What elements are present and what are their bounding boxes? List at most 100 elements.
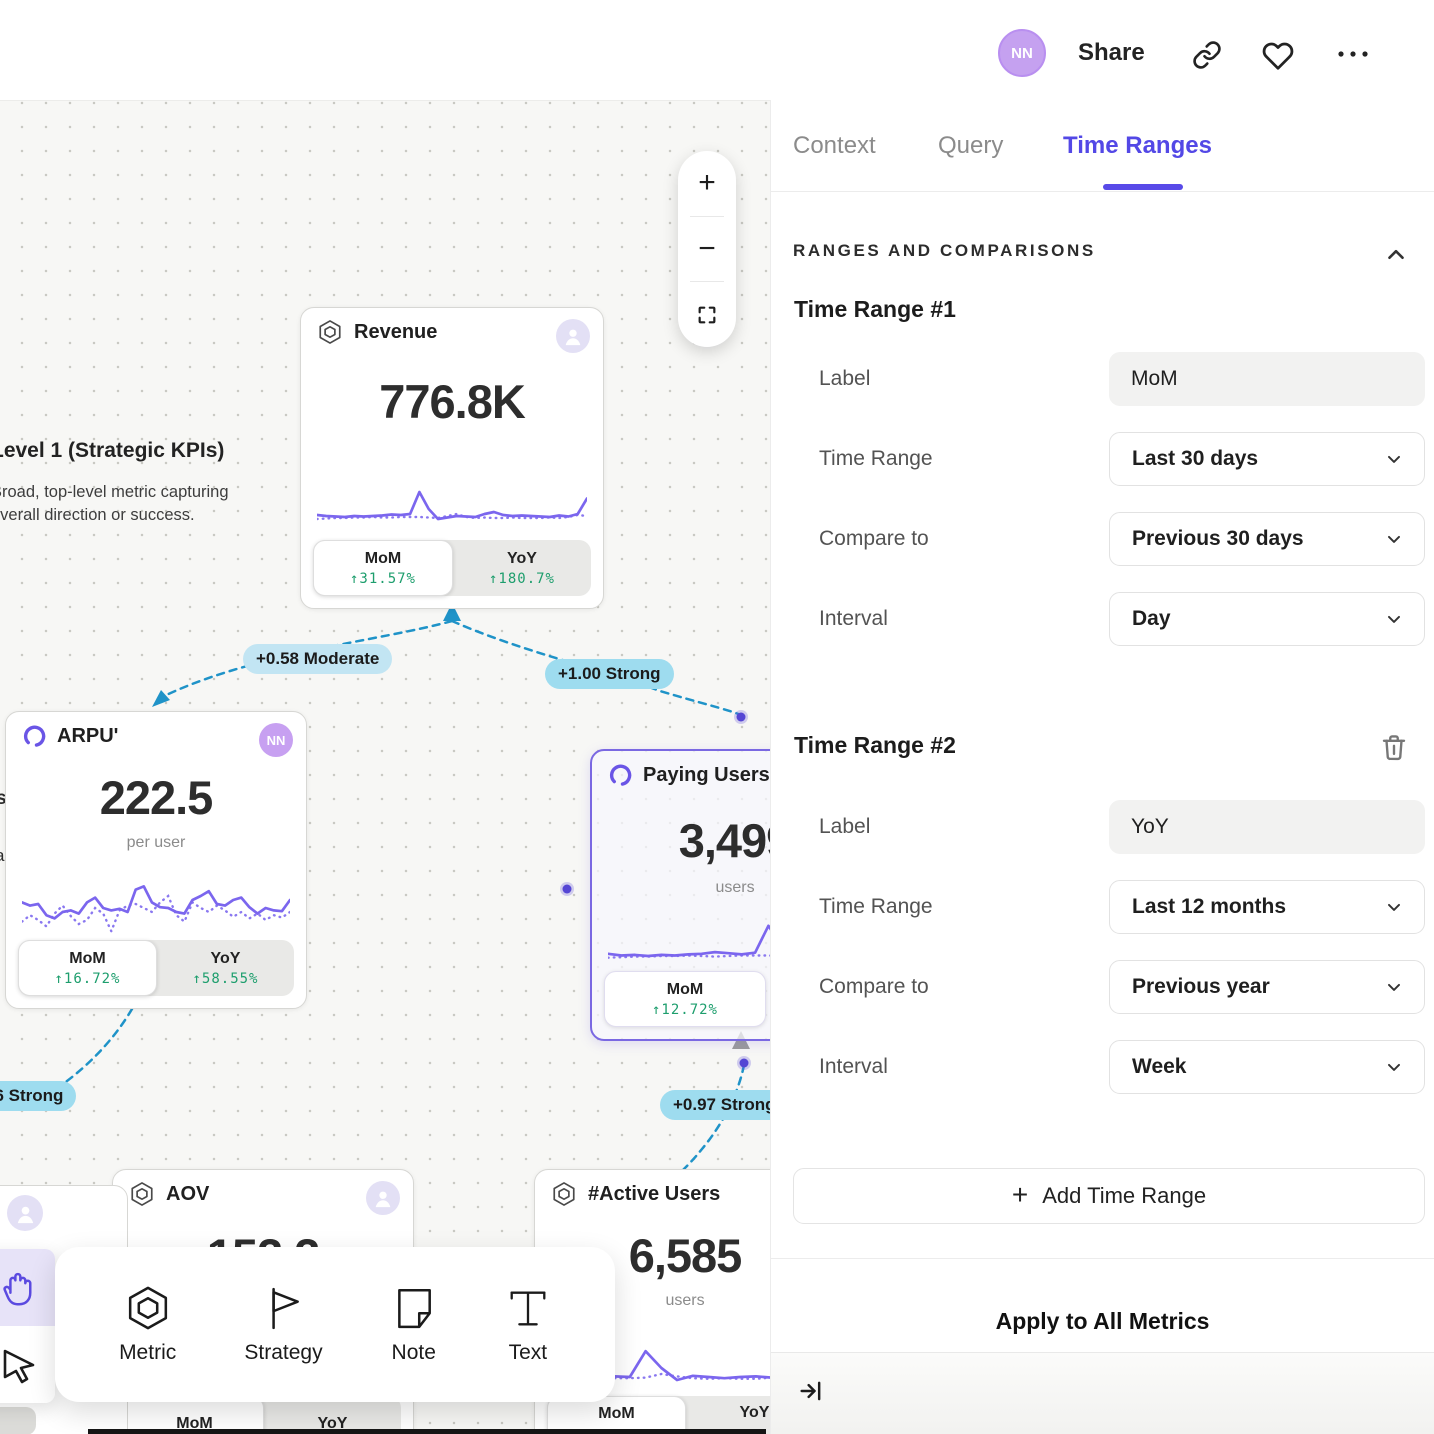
hand-icon <box>0 1267 40 1309</box>
card-title: #Active Users <box>588 1183 720 1206</box>
correlation-badge[interactable]: +1.00 Strong <box>545 659 674 689</box>
delete-time-range-button[interactable] <box>1379 732 1409 762</box>
correlation-badge[interactable]: +0.58 Moderate <box>243 644 392 674</box>
select-tool-button[interactable] <box>0 1326 55 1403</box>
field-label-2: Label YoY <box>793 800 1425 854</box>
time-range-toggle: MoM ↑31.57% YoY ↑180.7% <box>313 540 591 596</box>
zoom-out-button[interactable]: − <box>678 217 736 282</box>
label-input[interactable]: YoY <box>1109 800 1425 854</box>
tool-note[interactable]: Note <box>391 1285 437 1365</box>
metric-value: 222.5 <box>6 770 306 825</box>
compare-to-select[interactable]: Previous year <box>1109 960 1425 1014</box>
fit-view-button[interactable] <box>678 282 736 347</box>
panel-footer <box>771 1352 1434 1434</box>
hexagon-metric-icon <box>317 319 343 345</box>
copy-link-button[interactable] <box>1192 40 1222 70</box>
owner-avatar-icon <box>7 1195 43 1231</box>
interval-select[interactable]: Day <box>1109 592 1425 646</box>
field-interval-2: Interval Week <box>793 1040 1425 1094</box>
tool-strategy[interactable]: Strategy <box>244 1285 322 1365</box>
metric-tree-canvas[interactable]: Level 1 (Strategic KPIs) Broad, top-leve… <box>0 100 770 1434</box>
tab-context[interactable]: Context <box>793 132 876 160</box>
clipped-text-fragment: a <box>0 846 4 866</box>
time-range-select[interactable]: Last 12 months <box>1109 880 1425 934</box>
collapse-panel-button[interactable] <box>797 1377 825 1405</box>
field-time-range-1: Time Range Last 30 days <box>793 432 1425 486</box>
apply-all-metrics-button[interactable]: Apply to All Metrics <box>771 1308 1434 1335</box>
toggle-yoy[interactable]: YoY ↑58.55% <box>157 940 294 996</box>
fullscreen-icon <box>696 304 718 326</box>
chevron-down-icon <box>1384 529 1404 549</box>
chevron-down-icon <box>1384 977 1404 997</box>
card-title: Revenue <box>354 321 437 344</box>
chevron-down-icon <box>1384 897 1404 917</box>
delta-value: ↑180.7% <box>489 571 555 587</box>
toggle-mom[interactable]: MoM ↑31.57% <box>313 540 453 596</box>
hexagon-metric-icon <box>125 1285 171 1331</box>
top-bar: NN Share <box>0 0 1434 100</box>
edge-arrowhead <box>152 690 170 707</box>
sparkline-chart <box>22 864 290 944</box>
cursor-icon <box>0 1345 39 1385</box>
canvas-note-title: Level 1 (Strategic KPIs) <box>0 439 224 463</box>
field-interval-1: Interval Day <box>793 592 1425 646</box>
spinner-arc-icon <box>608 763 632 787</box>
hexagon-metric-icon <box>551 1181 577 1207</box>
settings-panel: Context Query Time Ranges RANGES AND COM… <box>770 100 1434 1434</box>
heart-icon <box>1262 40 1294 72</box>
spinner-arc-icon <box>22 724 46 748</box>
panel-tabs: Context Query Time Ranges <box>771 100 1434 192</box>
delta-value: ↑12.72% <box>652 1002 718 1018</box>
collapse-section-button[interactable] <box>1383 242 1409 268</box>
metric-card-arpu[interactable]: ARPU' NN 222.5 per user MoM ↑16.72% YoY … <box>5 711 307 1009</box>
zoom-in-button[interactable]: + <box>678 151 736 216</box>
chevron-down-icon <box>1384 449 1404 469</box>
more-options-button[interactable] <box>1336 46 1370 62</box>
hand-tool-button[interactable] <box>0 1249 55 1326</box>
canvas-zoom-controls: + − <box>678 151 736 347</box>
favorite-button[interactable] <box>1262 40 1294 72</box>
card-title: Paying Users' <box>643 764 774 787</box>
trash-icon <box>1384 736 1404 759</box>
app-window: Level 1 (Strategic KPIs) Broad, top-leve… <box>0 0 1434 1434</box>
tab-time-ranges[interactable]: Time Ranges <box>1063 132 1212 160</box>
time-range-select[interactable]: Last 30 days <box>1109 432 1425 486</box>
label-input[interactable]: MoM <box>1109 352 1425 406</box>
collapse-right-icon <box>802 1383 820 1399</box>
toggle-mom[interactable]: MoM ↑16.72% <box>18 940 157 996</box>
owner-avatar-nn[interactable]: NN <box>259 723 293 757</box>
owner-avatar-icon[interactable] <box>366 1181 400 1215</box>
link-icon <box>1192 40 1222 70</box>
add-time-range-button[interactable]: + Add Time Range <box>793 1168 1425 1224</box>
time-range-toggle: MoM ↑16.72% YoY ↑58.55% <box>18 940 294 996</box>
ellipsis-icon <box>1336 46 1370 62</box>
owner-avatar-icon[interactable] <box>556 319 590 353</box>
object-toolbar: Metric Strategy Note <box>55 1247 615 1402</box>
field-compare-to-1: Compare to Previous 30 days <box>793 512 1425 566</box>
toggle-mom[interactable]: MoM ↑12.72% <box>604 971 766 1027</box>
correlation-badge[interactable]: 66 Strong <box>0 1081 76 1111</box>
tab-query[interactable]: Query <box>938 132 1003 160</box>
metric-card-revenue[interactable]: Revenue 776.8K MoM ↑31.57% YoY ↑180.7% <box>300 307 604 609</box>
delta-value: ↑58.55% <box>192 971 258 987</box>
share-button[interactable]: Share <box>1078 39 1145 67</box>
active-tab-indicator <box>1103 184 1183 190</box>
tool-text[interactable]: Text <box>505 1285 551 1365</box>
card-title: AOV <box>166 1183 209 1206</box>
cursor-tool-rail <box>0 1249 55 1403</box>
toggle-yoy[interactable]: YoY ↑180.7% <box>453 540 591 596</box>
time-range-2-title: Time Range #2 <box>794 732 956 759</box>
delta-value: ↑16.72% <box>54 971 120 987</box>
user-avatar[interactable]: NN <box>998 29 1046 77</box>
field-label-1: Label MoM <box>793 352 1425 406</box>
compare-to-select[interactable]: Previous 30 days <box>1109 512 1425 566</box>
section-header: RANGES AND COMPARISONS <box>793 241 1096 261</box>
delta-value: ↑31.57% <box>350 571 416 587</box>
tool-metric[interactable]: Metric <box>119 1285 176 1365</box>
canvas-note-body: Broad, top-level metric capturing overal… <box>0 481 229 527</box>
field-compare-to-2: Compare to Previous year <box>793 960 1425 1014</box>
card-title: ARPU' <box>57 725 118 748</box>
plus-icon: + <box>1012 1179 1028 1211</box>
interval-select[interactable]: Week <box>1109 1040 1425 1094</box>
field-time-range-2: Time Range Last 12 months <box>793 880 1425 934</box>
